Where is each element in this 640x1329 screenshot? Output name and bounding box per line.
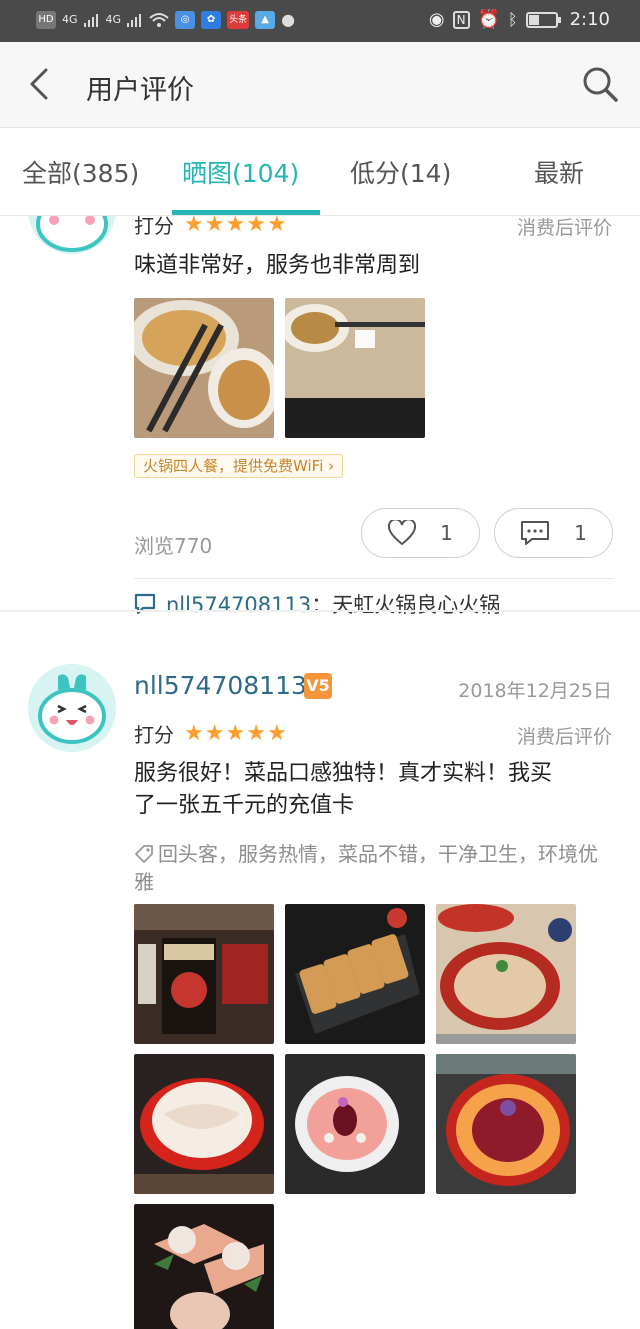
search-icon[interactable] — [580, 64, 620, 104]
toutiao-icon: 头条 — [227, 10, 250, 29]
app-header: 用户评价 — [0, 42, 640, 128]
review-photo[interactable] — [436, 1054, 576, 1194]
rating-row: 打分 ★ ★ ★ ★ ★ — [134, 719, 287, 748]
reply-username[interactable]: nll574708113 — [166, 593, 311, 617]
like-count: 1 — [440, 521, 453, 545]
app-notif-icon-3: ▲ — [255, 10, 276, 29]
app-notif-icon-1: ◎ — [175, 10, 196, 29]
tab-all[interactable]: 全部(385) — [22, 154, 139, 190]
hd-label: HD — [36, 10, 56, 29]
view-count: 浏览770 — [134, 534, 213, 558]
rating-label: 打分 — [134, 723, 174, 747]
review-photo[interactable] — [285, 298, 425, 438]
status-left: HD 4G 4G ◎ ✿ 头条 ▲ ● — [36, 10, 295, 29]
review-photo[interactable] — [134, 1054, 274, 1194]
like-button[interactable]: 1 — [361, 508, 480, 558]
review-card: 打分 ★ ★ ★ ★ ★ 消费后评价 味道非常好，服务也非常周到 火锅四人餐，提… — [0, 216, 640, 642]
rating-row: 打分 ★ ★ ★ ★ ★ — [134, 216, 287, 239]
review-username[interactable]: nll574708113 — [134, 671, 307, 700]
reply-text: 天虹火锅良心火锅 — [332, 593, 501, 617]
nfc-icon: N — [452, 10, 470, 29]
food-photo-icon — [285, 298, 425, 438]
tab-latest[interactable]: 最新 — [534, 154, 584, 190]
review-photo[interactable] — [134, 1204, 274, 1329]
avatar[interactable] — [28, 664, 116, 752]
review-text: 味道非常好，服务也非常周到 — [134, 253, 421, 278]
message-icon: ● — [281, 10, 296, 29]
status-right: ◉ N ⏰ ᛒ 2:10 — [429, 9, 610, 30]
review-photo[interactable] — [436, 904, 576, 1044]
star-icon: ★ — [246, 216, 266, 237]
active-tab-indicator — [172, 210, 320, 215]
review-date: 2018年12月25日 — [458, 680, 612, 702]
filter-tabs: 全部(385) 晒图(104) 低分(14) 最新 — [0, 128, 640, 216]
food-photo-icon — [134, 1204, 274, 1329]
vip-badge: V5 — [304, 673, 332, 699]
star-icon: ★ — [225, 216, 246, 237]
alarm-icon: ⏰ — [477, 9, 500, 30]
avatar-mascot-icon — [36, 216, 108, 252]
star-icon: ★ — [204, 720, 225, 746]
comment-icon — [521, 521, 550, 545]
star-icon: ★ — [266, 216, 287, 237]
review-text-line: 服务很好！菜品口感独特！真才实料！我买 — [134, 761, 553, 786]
food-photo-icon — [436, 1054, 576, 1194]
review-card: nll574708113 V5 2018年12月25日 打分 ★ ★ ★ ★ ★ 消费后… — [0, 656, 640, 1329]
food-photo-icon — [134, 298, 274, 438]
tab-low-score[interactable]: 低分(14) — [350, 154, 451, 190]
avatar[interactable] — [28, 216, 116, 254]
food-photo-icon — [436, 904, 576, 1044]
signal-icon — [83, 13, 98, 27]
reply-preview[interactable]: nll574708113：天虹火锅良心火锅 — [134, 578, 614, 619]
star-icon: ★ — [184, 720, 204, 746]
review-photo[interactable] — [134, 904, 274, 1044]
status-bar: HD 4G 4G ◎ ✿ 头条 ▲ ● ◉ N ⏰ ᛒ 2:10 — [0, 0, 640, 42]
review-photo[interactable] — [285, 904, 425, 1044]
star-icon: ★ — [225, 720, 246, 746]
star-rating: ★ ★ ★ ★ ★ — [184, 216, 287, 236]
after-consume-label: 消费后评价 — [516, 726, 612, 748]
storefront-photo-icon — [134, 904, 274, 1044]
review-text-line: 了一张五千元的充值卡 — [134, 793, 355, 818]
network-4g-label: 4G — [62, 13, 78, 26]
rating-label: 打分 — [134, 216, 174, 238]
page-title: 用户评价 — [86, 75, 194, 106]
star-icon: ★ — [204, 216, 225, 237]
network-4g-label-2: 4G — [105, 13, 122, 26]
star-icon: ★ — [246, 720, 266, 746]
app-notif-icon-2: ✿ — [201, 10, 222, 29]
star-rating: ★ ★ ★ ★ ★ — [184, 720, 287, 746]
review-photo[interactable] — [134, 298, 274, 438]
review-text: 服务很好！菜品口感独特！真才实料！我买 了一张五千元的充值卡 — [134, 758, 614, 822]
star-icon: ★ — [184, 216, 204, 237]
bluetooth-icon: ᛒ — [507, 10, 518, 29]
heart-icon — [388, 520, 417, 546]
back-arrow-icon[interactable] — [22, 64, 62, 104]
food-photo-icon — [134, 1054, 274, 1194]
review-list[interactable]: 打分 ★ ★ ★ ★ ★ 消费后评价 味道非常好，服务也非常周到 火锅四人餐，提… — [0, 216, 640, 1329]
review-tags: 回头客，服务热情，菜品不错，干净卫生，环境优雅 — [134, 840, 614, 896]
signal-icon-2 — [127, 13, 142, 27]
comment-count: 1 — [574, 521, 587, 545]
review-photo[interactable] — [285, 1054, 425, 1194]
eye-icon: ◉ — [428, 9, 445, 30]
section-divider — [0, 610, 640, 612]
tab-photos[interactable]: 晒图(104) — [182, 154, 299, 190]
tag-icon — [135, 845, 153, 863]
after-consume-label: 消费后评价 — [516, 217, 612, 239]
tags-text: 回头客，服务热情，菜品不错，干净卫生，环境优雅 — [134, 842, 598, 894]
package-tag[interactable]: 火锅四人餐，提供免费WiFi › — [134, 454, 344, 478]
food-photo-icon — [285, 1054, 425, 1194]
avatar-mascot-icon — [28, 664, 116, 752]
star-icon: ★ — [266, 720, 287, 746]
wifi-icon — [149, 12, 169, 27]
comment-button[interactable]: 1 — [494, 508, 613, 558]
clock-time: 2:10 — [569, 9, 610, 30]
food-photo-icon — [285, 904, 425, 1044]
battery-icon — [525, 11, 561, 28]
reply-separator: ： — [311, 593, 333, 617]
